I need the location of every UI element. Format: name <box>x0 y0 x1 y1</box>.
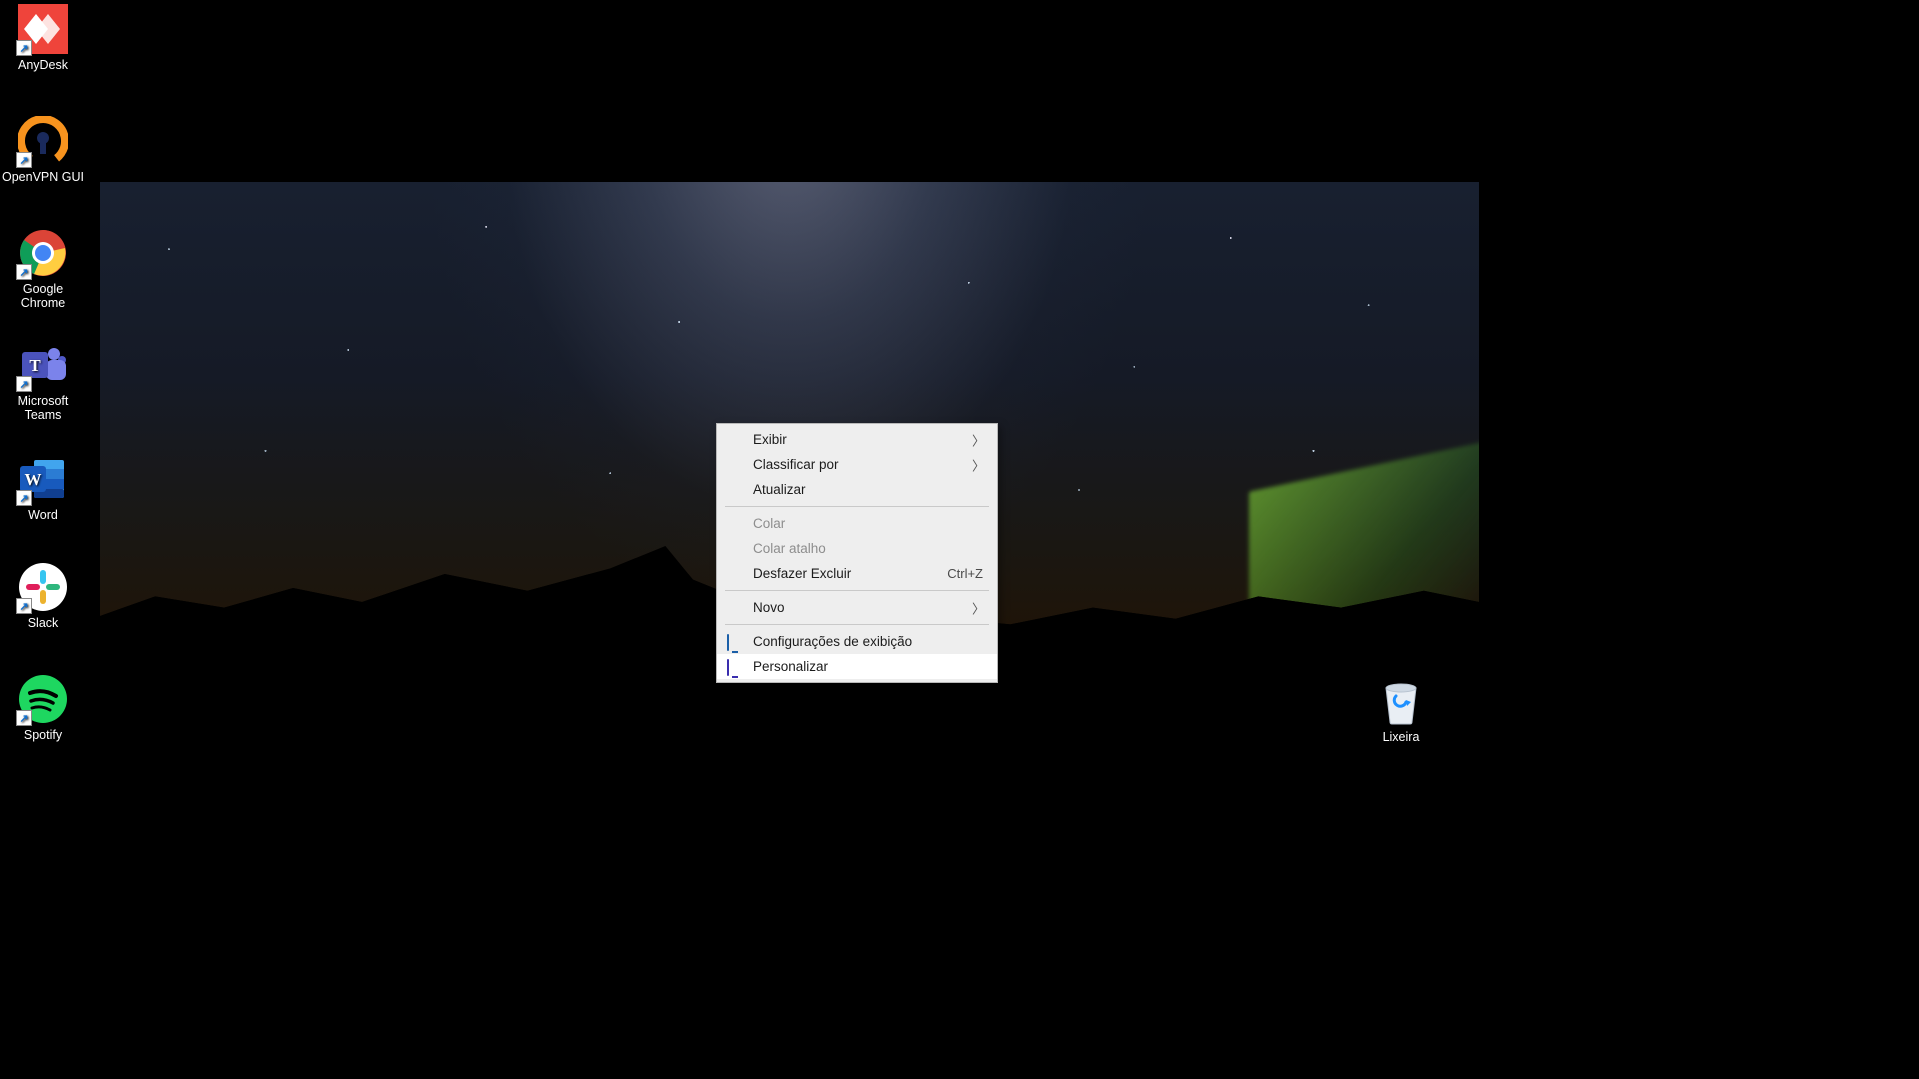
ctx-label: Novo <box>753 600 983 615</box>
desktop-icon-label: Google Chrome <box>0 282 86 310</box>
ctx-shortcut: Ctrl+Z <box>947 566 983 581</box>
desktop-icon-chrome[interactable]: ↗ Google Chrome <box>0 228 86 310</box>
spotify-icon: ↗ <box>18 674 68 724</box>
ctx-label: Classificar por <box>753 457 983 472</box>
ctx-separator <box>725 506 989 507</box>
desktop-icon-teams[interactable]: T ↗ Microsoft Teams <box>0 340 86 422</box>
openvpn-icon: ↗ <box>18 116 68 166</box>
desktop-icon-label: OpenVPN GUI <box>2 170 84 184</box>
desktop-icon-word[interactable]: W ↗ Word <box>0 454 86 522</box>
ctx-view[interactable]: Exibir 〉 <box>717 427 997 452</box>
ctx-paste-shortcut: Colar atalho <box>717 536 997 561</box>
shortcut-arrow-icon: ↗ <box>16 490 32 506</box>
desktop-icon-openvpn[interactable]: ↗ OpenVPN GUI <box>0 116 86 184</box>
monitor-icon <box>727 635 743 649</box>
shortcut-arrow-icon: ↗ <box>16 152 32 168</box>
personalize-icon <box>727 660 743 674</box>
desktop-icon-recycle-bin[interactable]: Lixeira <box>1358 676 1444 744</box>
chevron-right-icon: 〉 <box>972 598 985 617</box>
slack-icon: ↗ <box>18 562 68 612</box>
ctx-label: Personalizar <box>753 659 983 674</box>
ctx-new[interactable]: Novo 〉 <box>717 595 997 620</box>
ctx-separator <box>725 590 989 591</box>
svg-text:W: W <box>25 470 42 489</box>
ctx-separator <box>725 624 989 625</box>
ctx-sort-by[interactable]: Classificar por 〉 <box>717 452 997 477</box>
shortcut-arrow-icon: ↗ <box>16 264 32 280</box>
desktop-icon-label: Word <box>28 508 58 522</box>
desktop-icon-spotify[interactable]: ↗ Spotify <box>0 674 86 742</box>
recycle-bin-icon <box>1376 676 1426 726</box>
ctx-display-settings[interactable]: Configurações de exibição <box>717 629 997 654</box>
anydesk-icon: ↗ <box>18 4 68 54</box>
desktop-icon-slack[interactable]: ↗ Slack <box>0 562 86 630</box>
chrome-icon: ↗ <box>18 228 68 278</box>
desktop-icon-label: AnyDesk <box>18 58 68 72</box>
ctx-label: Desfazer Excluir <box>753 566 947 581</box>
desktop-icon-anydesk[interactable]: ↗ AnyDesk <box>0 4 86 72</box>
word-icon: W ↗ <box>18 454 68 504</box>
chevron-right-icon: 〉 <box>972 430 985 449</box>
desktop-icon-label: Spotify <box>24 728 62 742</box>
shortcut-arrow-icon: ↗ <box>16 598 32 614</box>
desktop-context-menu: Exibir 〉 Classificar por 〉 Atualizar Col… <box>716 423 998 683</box>
desktop-icon-label: Microsoft Teams <box>0 394 86 422</box>
shortcut-arrow-icon: ↗ <box>16 376 32 392</box>
teams-icon: T ↗ <box>18 340 68 390</box>
ctx-label: Exibir <box>753 432 983 447</box>
shortcut-arrow-icon: ↗ <box>16 40 32 56</box>
ctx-paste: Colar <box>717 511 997 536</box>
ctx-label: Colar atalho <box>753 541 983 556</box>
desktop-icon-label: Lixeira <box>1383 730 1420 744</box>
wallpaper-aurora <box>1249 432 1479 712</box>
desktop-icon-label: Slack <box>28 616 59 630</box>
ctx-personalize[interactable]: Personalizar <box>717 654 997 679</box>
svg-text:T: T <box>29 356 41 375</box>
ctx-undo-delete[interactable]: Desfazer Excluir Ctrl+Z <box>717 561 997 586</box>
ctx-refresh[interactable]: Atualizar <box>717 477 997 502</box>
shortcut-arrow-icon: ↗ <box>16 710 32 726</box>
chevron-right-icon: 〉 <box>972 455 985 474</box>
ctx-label: Atualizar <box>753 482 983 497</box>
ctx-label: Configurações de exibição <box>753 634 983 649</box>
ctx-label: Colar <box>753 516 983 531</box>
